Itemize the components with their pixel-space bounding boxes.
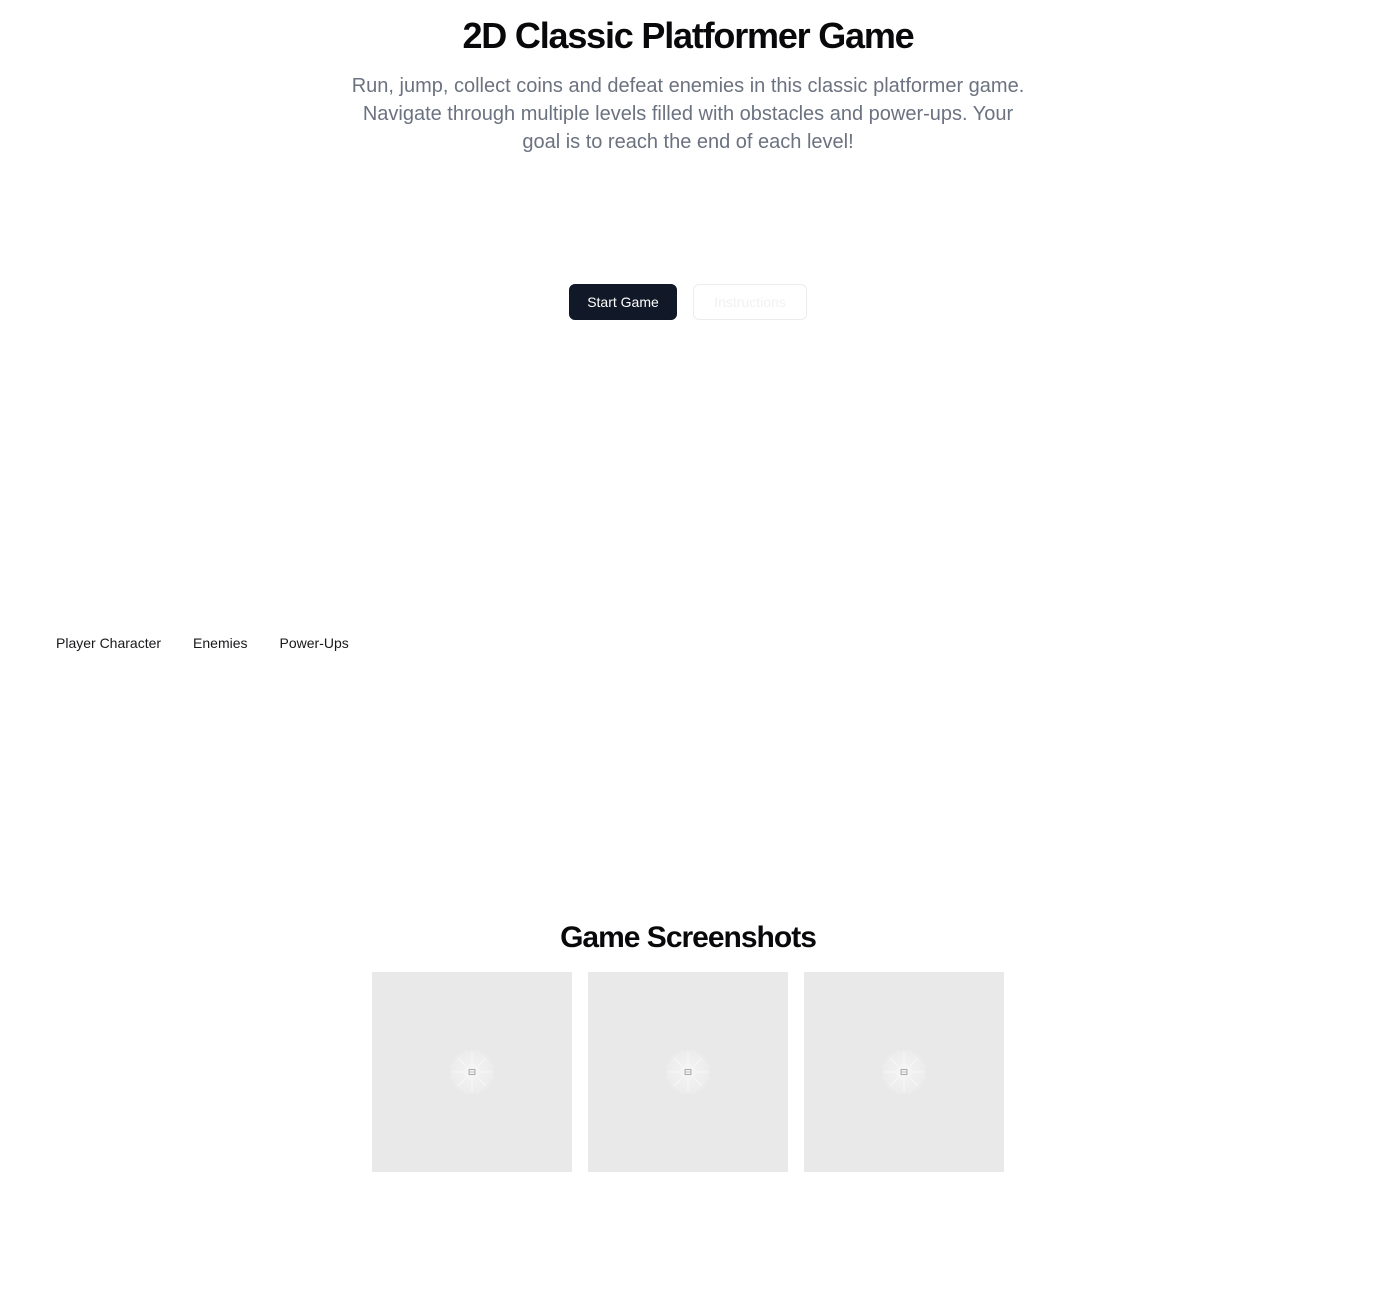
tab-power-ups[interactable]: Power-Ups [264, 628, 365, 658]
screenshots-heading: Game Screenshots [560, 921, 817, 954]
screenshot-placeholder [804, 972, 1004, 1172]
screenshot-gallery [372, 972, 1004, 1172]
page-title: 2D Classic Platformer Game [462, 15, 914, 56]
image-placeholder-icon [666, 1050, 710, 1094]
image-placeholder-icon [882, 1050, 926, 1094]
page-description: Run, jump, collect coins and defeat enem… [351, 75, 1025, 153]
action-buttons: Start Game Instructions [0, 284, 1376, 320]
tab-player-character[interactable]: Player Character [40, 628, 177, 658]
screenshot-placeholder [588, 972, 788, 1172]
screenshot-placeholder [372, 972, 572, 1172]
tab-list: Player Character Enemies Power-Ups [40, 628, 365, 658]
page: 2D Classic Platformer Game Run, jump, co… [0, 0, 1376, 1316]
image-placeholder-icon [450, 1050, 494, 1094]
instructions-button[interactable]: Instructions [693, 284, 807, 320]
start-game-button[interactable]: Start Game [569, 284, 677, 320]
tab-enemies[interactable]: Enemies [177, 628, 263, 658]
